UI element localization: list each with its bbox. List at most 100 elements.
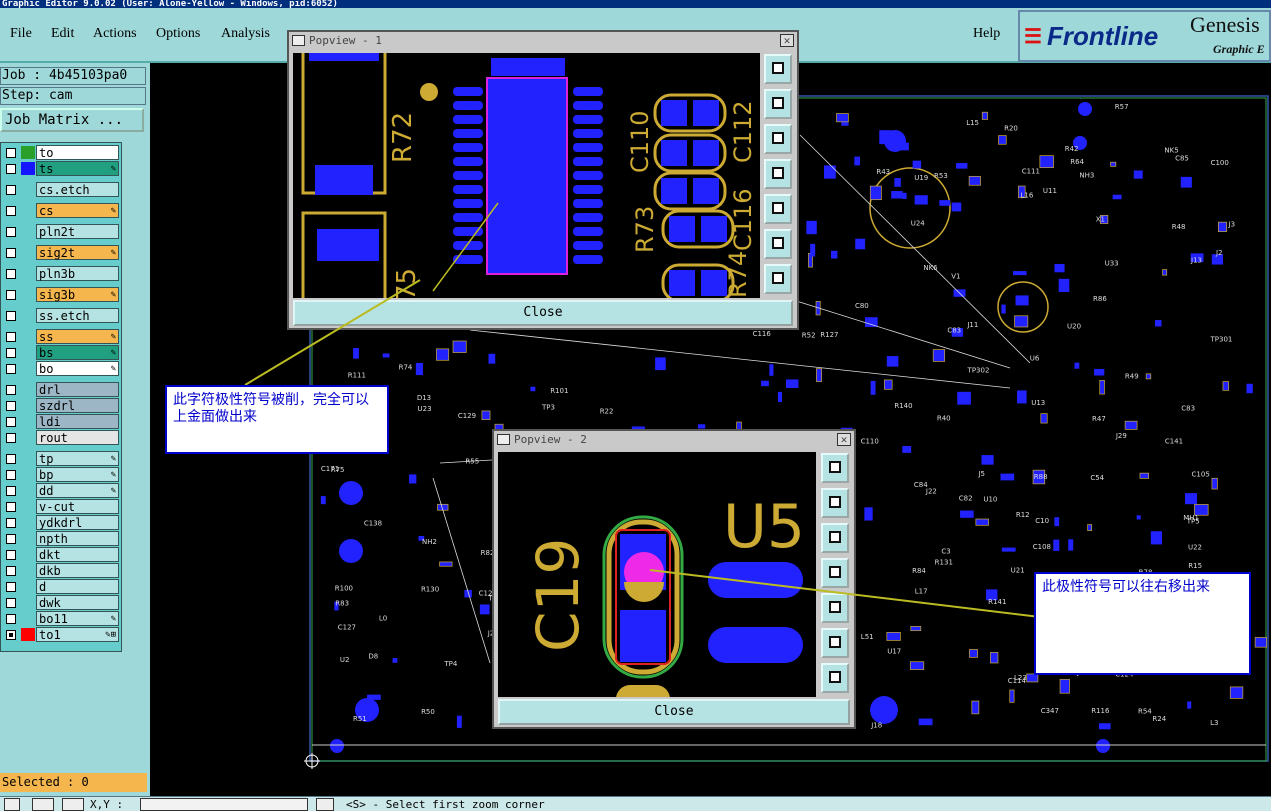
layer-checkbox[interactable]	[6, 269, 16, 279]
layer-name[interactable]: bs ✎	[36, 345, 119, 360]
pan-left-icon[interactable]	[821, 558, 849, 588]
layer-row-d[interactable]: d	[3, 579, 119, 594]
zoom-fit-icon[interactable]	[764, 229, 792, 259]
layer-row-ss[interactable]: ss ✎	[3, 329, 119, 344]
zoom-home-icon[interactable]	[821, 488, 849, 518]
layer-row-cs.etch[interactable]: cs.etch	[3, 182, 119, 197]
layer-checkbox[interactable]	[6, 385, 16, 395]
layer-checkbox[interactable]	[6, 502, 16, 512]
popview-1-view[interactable]: R72 75 R73 C110 C112 C116 R74	[293, 53, 760, 298]
layer-checkbox[interactable]	[6, 598, 16, 608]
restore-view-icon[interactable]	[821, 453, 849, 483]
layer-name[interactable]: ydkdrl	[36, 515, 119, 530]
layer-name[interactable]: dd ✎	[36, 483, 119, 498]
layer-name[interactable]: ss.etch	[36, 308, 119, 323]
close-icon[interactable]: ✕	[780, 34, 794, 47]
layer-checkbox[interactable]	[6, 486, 16, 496]
layer-row-sig3b[interactable]: sig3b ✎	[3, 287, 119, 302]
pan-all-icon[interactable]	[821, 663, 849, 693]
layer-row-drl[interactable]: drl	[3, 382, 119, 397]
layer-checkbox[interactable]	[6, 582, 16, 592]
layer-row-dd[interactable]: dd ✎	[3, 483, 119, 498]
layer-checkbox[interactable]	[6, 454, 16, 464]
layer-name[interactable]: to1 ✎⊞	[36, 627, 119, 642]
layer-row-tp[interactable]: tp ✎	[3, 451, 119, 466]
layer-name[interactable]: dwk	[36, 595, 119, 610]
check-tool-icon[interactable]	[32, 798, 54, 811]
popview-2-close-button[interactable]: Close	[498, 699, 850, 725]
layer-row-ts[interactable]: ts ✎	[3, 161, 119, 176]
layer-name[interactable]: sig2t ✎	[36, 245, 119, 260]
layer-name[interactable]: bo ✎	[36, 361, 119, 376]
layer-row-cs[interactable]: cs ✎	[3, 203, 119, 218]
popview-1-window[interactable]: Popview - 1 ✕ R72 75 R73 C110 C112 C116 …	[287, 30, 799, 330]
layer-color-swatch[interactable]	[21, 162, 35, 175]
layer-name[interactable]: cs.etch	[36, 182, 119, 197]
layer-checkbox[interactable]	[6, 534, 16, 544]
layer-row-ldi[interactable]: ldi	[3, 414, 119, 429]
layer-row-dkb[interactable]: dkb	[3, 563, 119, 578]
layer-row-bp[interactable]: bp ✎	[3, 467, 119, 482]
layer-checkbox[interactable]	[6, 630, 16, 640]
zoom-fit-icon[interactable]	[821, 628, 849, 658]
layer-name[interactable]: pln2t	[36, 224, 119, 239]
window-menu-icon[interactable]	[292, 35, 305, 46]
layer-name[interactable]: v-cut	[36, 499, 119, 514]
zoom-out-icon[interactable]	[821, 523, 849, 553]
layer-row-v-cut[interactable]: v-cut	[3, 499, 119, 514]
layer-row-to1[interactable]: to1 ✎⊞	[3, 627, 119, 642]
menu-analysis[interactable]: Analysis	[221, 26, 270, 42]
layer-checkbox[interactable]	[6, 348, 16, 358]
menu-help[interactable]: Help	[973, 26, 1000, 42]
layer-color-swatch[interactable]	[21, 628, 35, 641]
layer-row-rout[interactable]: rout	[3, 430, 119, 445]
layer-checkbox[interactable]	[6, 401, 16, 411]
menu-actions[interactable]: Actions	[93, 26, 137, 42]
layer-checkbox[interactable]	[6, 470, 16, 480]
layer-row-sig2t[interactable]: sig2t ✎	[3, 245, 119, 260]
pan-all-icon[interactable]	[764, 264, 792, 294]
layer-row-bs[interactable]: bs ✎	[3, 345, 119, 360]
popview-1-close-button[interactable]: Close	[293, 300, 793, 326]
layer-checkbox[interactable]	[6, 206, 16, 216]
layer-name[interactable]: dkb	[36, 563, 119, 578]
popview-2-window[interactable]: Popview - 2 ✕ U5 C19 Close	[492, 429, 856, 729]
zoom-home-icon[interactable]	[764, 89, 792, 119]
layer-checkbox[interactable]	[6, 148, 16, 158]
layer-name[interactable]: sig3b ✎	[36, 287, 119, 302]
layer-checkbox[interactable]	[6, 185, 16, 195]
layer-row-pln2t[interactable]: pln2t	[3, 224, 119, 239]
layer-checkbox[interactable]	[6, 614, 16, 624]
layer-checkbox[interactable]	[6, 248, 16, 258]
layer-row-to[interactable]: to	[3, 145, 119, 160]
layer-checkbox[interactable]	[6, 227, 16, 237]
layer-checkbox[interactable]	[6, 433, 16, 443]
layer-name[interactable]: dkt	[36, 547, 119, 562]
layer-row-npth[interactable]: npth	[3, 531, 119, 546]
pan-left-icon[interactable]	[764, 159, 792, 189]
layer-checkbox[interactable]	[6, 518, 16, 528]
layer-name[interactable]: bo11 ✎	[36, 611, 119, 626]
layer-name[interactable]: ts ✎	[36, 161, 119, 176]
coords-field[interactable]	[140, 798, 308, 811]
layer-name[interactable]: drl	[36, 382, 119, 397]
restore-view-icon[interactable]	[764, 54, 792, 84]
layer-name[interactable]: npth	[36, 531, 119, 546]
layer-checkbox[interactable]	[6, 332, 16, 342]
pan-right-icon[interactable]	[821, 593, 849, 623]
menu-options[interactable]: Options	[156, 26, 200, 42]
layer-row-szdrl[interactable]: szdrl	[3, 398, 119, 413]
job-matrix-button[interactable]: Job Matrix ...	[0, 108, 144, 132]
layer-name[interactable]: pln3b	[36, 266, 119, 281]
layer-row-bo[interactable]: bo ✎	[3, 361, 119, 376]
layer-checkbox[interactable]	[6, 417, 16, 427]
input-mode-icon[interactable]	[316, 798, 334, 811]
layer-name[interactable]: ss ✎	[36, 329, 119, 344]
layer-row-dwk[interactable]: dwk	[3, 595, 119, 610]
layer-name[interactable]: d	[36, 579, 119, 594]
select-tool-icon[interactable]	[4, 798, 20, 811]
layer-name[interactable]: to	[36, 145, 119, 160]
layer-row-ydkdrl[interactable]: ydkdrl	[3, 515, 119, 530]
window-menu-icon[interactable]	[497, 434, 510, 445]
popview-2-view[interactable]: U5 C19	[498, 452, 816, 697]
